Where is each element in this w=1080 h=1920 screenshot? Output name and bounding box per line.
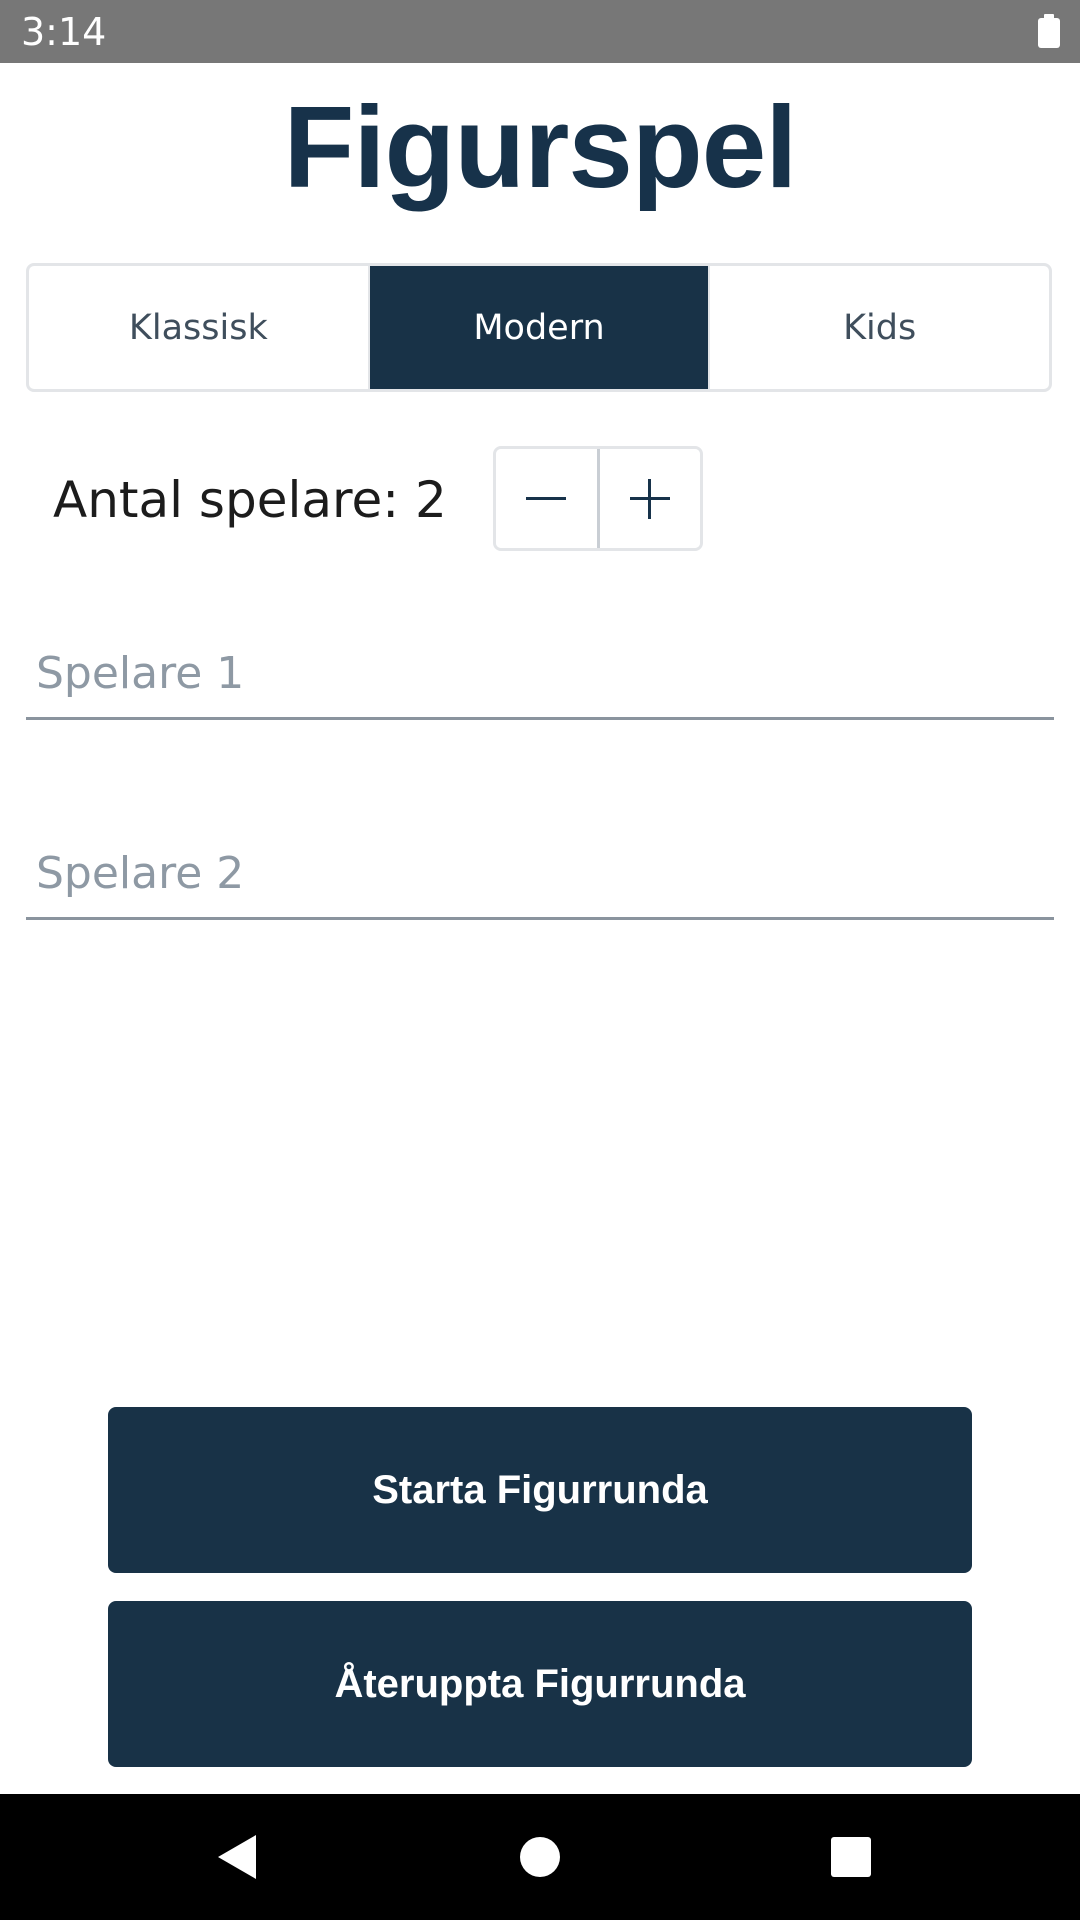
resume-round-button[interactable]: Återuppta Figurrunda [108, 1601, 972, 1767]
mode-option-klassisk[interactable]: Klassisk [29, 266, 368, 389]
mode-option-kids[interactable]: Kids [708, 266, 1049, 389]
increment-players-button[interactable] [596, 449, 700, 548]
player-count-label: Antal spelare: 2 [53, 471, 447, 529]
recents-icon[interactable] [831, 1837, 871, 1877]
page-title: Figurspel [283, 82, 797, 212]
player-1-field [26, 630, 1054, 720]
player-count-stepper [493, 446, 703, 551]
home-icon[interactable] [520, 1837, 560, 1877]
player-2-input[interactable] [26, 830, 1054, 917]
start-round-button[interactable]: Starta Figurrunda [108, 1407, 972, 1573]
navigation-bar [0, 1794, 1080, 1920]
mode-selector: Klassisk Modern Kids [26, 263, 1052, 392]
player-2-field [26, 830, 1054, 920]
status-bar: 3:14 [0, 0, 1080, 63]
back-icon[interactable] [218, 1835, 256, 1879]
player-1-input[interactable] [26, 630, 1054, 717]
status-time: 3:14 [21, 10, 107, 54]
battery-full-icon [1038, 14, 1060, 48]
decrement-players-button[interactable] [496, 449, 597, 548]
mode-option-modern[interactable]: Modern [367, 266, 709, 389]
